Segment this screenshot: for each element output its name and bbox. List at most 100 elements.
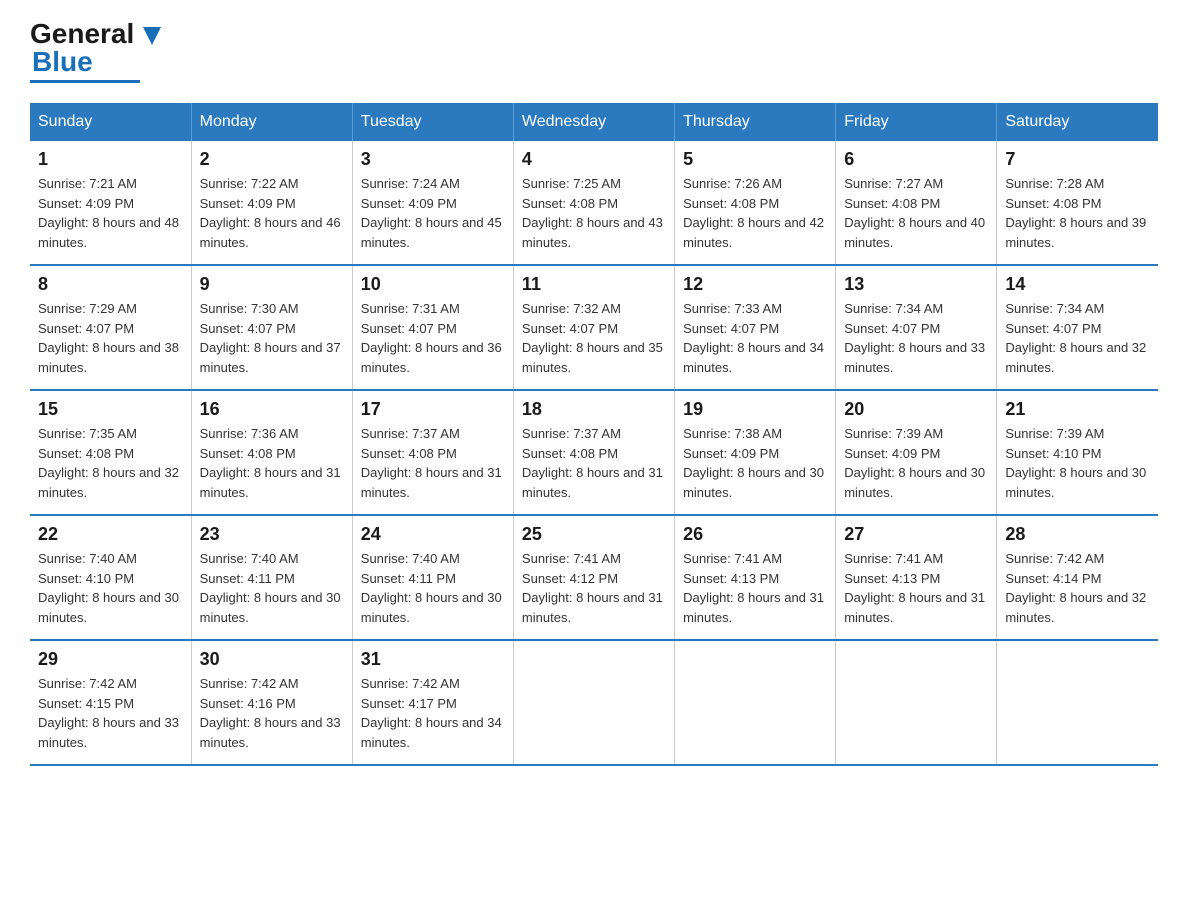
day-number: 17	[361, 399, 505, 420]
calendar-cell: 18 Sunrise: 7:37 AM Sunset: 4:08 PM Dayl…	[513, 390, 674, 515]
day-info: Sunrise: 7:28 AM Sunset: 4:08 PM Dayligh…	[1005, 174, 1150, 252]
header-day-tuesday: Tuesday	[352, 103, 513, 141]
calendar-cell: 4 Sunrise: 7:25 AM Sunset: 4:08 PM Dayli…	[513, 141, 674, 265]
day-number: 22	[38, 524, 183, 545]
calendar-cell: 10 Sunrise: 7:31 AM Sunset: 4:07 PM Dayl…	[352, 265, 513, 390]
day-number: 6	[844, 149, 988, 170]
day-number: 5	[683, 149, 827, 170]
day-info: Sunrise: 7:41 AM Sunset: 4:12 PM Dayligh…	[522, 549, 666, 627]
logo: General Blue	[30, 20, 161, 83]
calendar-week-row: 15 Sunrise: 7:35 AM Sunset: 4:08 PM Dayl…	[30, 390, 1158, 515]
calendar-table: SundayMondayTuesdayWednesdayThursdayFrid…	[30, 103, 1158, 766]
day-info: Sunrise: 7:39 AM Sunset: 4:09 PM Dayligh…	[844, 424, 988, 502]
day-number: 2	[200, 149, 344, 170]
day-number: 16	[200, 399, 344, 420]
calendar-cell: 19 Sunrise: 7:38 AM Sunset: 4:09 PM Dayl…	[675, 390, 836, 515]
calendar-cell: 13 Sunrise: 7:34 AM Sunset: 4:07 PM Dayl…	[836, 265, 997, 390]
day-info: Sunrise: 7:35 AM Sunset: 4:08 PM Dayligh…	[38, 424, 183, 502]
calendar-week-row: 29 Sunrise: 7:42 AM Sunset: 4:15 PM Dayl…	[30, 640, 1158, 765]
day-number: 11	[522, 274, 666, 295]
day-info: Sunrise: 7:40 AM Sunset: 4:11 PM Dayligh…	[361, 549, 505, 627]
header-day-sunday: Sunday	[30, 103, 191, 141]
header-day-thursday: Thursday	[675, 103, 836, 141]
day-number: 31	[361, 649, 505, 670]
day-info: Sunrise: 7:42 AM Sunset: 4:17 PM Dayligh…	[361, 674, 505, 752]
day-number: 18	[522, 399, 666, 420]
calendar-cell: 7 Sunrise: 7:28 AM Sunset: 4:08 PM Dayli…	[997, 141, 1158, 265]
day-number: 9	[200, 274, 344, 295]
day-info: Sunrise: 7:25 AM Sunset: 4:08 PM Dayligh…	[522, 174, 666, 252]
day-info: Sunrise: 7:38 AM Sunset: 4:09 PM Dayligh…	[683, 424, 827, 502]
day-info: Sunrise: 7:29 AM Sunset: 4:07 PM Dayligh…	[38, 299, 183, 377]
calendar-cell: 9 Sunrise: 7:30 AM Sunset: 4:07 PM Dayli…	[191, 265, 352, 390]
day-info: Sunrise: 7:32 AM Sunset: 4:07 PM Dayligh…	[522, 299, 666, 377]
day-number: 19	[683, 399, 827, 420]
calendar-cell: 25 Sunrise: 7:41 AM Sunset: 4:12 PM Dayl…	[513, 515, 674, 640]
calendar-week-row: 8 Sunrise: 7:29 AM Sunset: 4:07 PM Dayli…	[30, 265, 1158, 390]
calendar-cell: 24 Sunrise: 7:40 AM Sunset: 4:11 PM Dayl…	[352, 515, 513, 640]
header-day-saturday: Saturday	[997, 103, 1158, 141]
day-number: 27	[844, 524, 988, 545]
day-number: 8	[38, 274, 183, 295]
logo-underline	[30, 80, 140, 83]
day-number: 10	[361, 274, 505, 295]
day-info: Sunrise: 7:42 AM Sunset: 4:14 PM Dayligh…	[1005, 549, 1150, 627]
day-info: Sunrise: 7:42 AM Sunset: 4:16 PM Dayligh…	[200, 674, 344, 752]
header-day-monday: Monday	[191, 103, 352, 141]
day-number: 30	[200, 649, 344, 670]
day-number: 23	[200, 524, 344, 545]
day-info: Sunrise: 7:21 AM Sunset: 4:09 PM Dayligh…	[38, 174, 183, 252]
calendar-cell: 20 Sunrise: 7:39 AM Sunset: 4:09 PM Dayl…	[836, 390, 997, 515]
day-number: 14	[1005, 274, 1150, 295]
day-number: 1	[38, 149, 183, 170]
day-number: 20	[844, 399, 988, 420]
day-info: Sunrise: 7:37 AM Sunset: 4:08 PM Dayligh…	[522, 424, 666, 502]
day-info: Sunrise: 7:34 AM Sunset: 4:07 PM Dayligh…	[1005, 299, 1150, 377]
day-info: Sunrise: 7:22 AM Sunset: 4:09 PM Dayligh…	[200, 174, 344, 252]
calendar-cell: 23 Sunrise: 7:40 AM Sunset: 4:11 PM Dayl…	[191, 515, 352, 640]
day-number: 4	[522, 149, 666, 170]
calendar-cell: 17 Sunrise: 7:37 AM Sunset: 4:08 PM Dayl…	[352, 390, 513, 515]
day-info: Sunrise: 7:24 AM Sunset: 4:09 PM Dayligh…	[361, 174, 505, 252]
calendar-cell: 3 Sunrise: 7:24 AM Sunset: 4:09 PM Dayli…	[352, 141, 513, 265]
header-day-friday: Friday	[836, 103, 997, 141]
calendar-cell	[513, 640, 674, 765]
calendar-week-row: 1 Sunrise: 7:21 AM Sunset: 4:09 PM Dayli…	[30, 141, 1158, 265]
calendar-cell: 27 Sunrise: 7:41 AM Sunset: 4:13 PM Dayl…	[836, 515, 997, 640]
calendar-cell: 16 Sunrise: 7:36 AM Sunset: 4:08 PM Dayl…	[191, 390, 352, 515]
day-info: Sunrise: 7:39 AM Sunset: 4:10 PM Dayligh…	[1005, 424, 1150, 502]
day-info: Sunrise: 7:41 AM Sunset: 4:13 PM Dayligh…	[844, 549, 988, 627]
calendar-cell: 30 Sunrise: 7:42 AM Sunset: 4:16 PM Dayl…	[191, 640, 352, 765]
calendar-cell: 12 Sunrise: 7:33 AM Sunset: 4:07 PM Dayl…	[675, 265, 836, 390]
day-number: 21	[1005, 399, 1150, 420]
day-number: 7	[1005, 149, 1150, 170]
day-info: Sunrise: 7:36 AM Sunset: 4:08 PM Dayligh…	[200, 424, 344, 502]
day-number: 29	[38, 649, 183, 670]
calendar-cell: 6 Sunrise: 7:27 AM Sunset: 4:08 PM Dayli…	[836, 141, 997, 265]
calendar-cell: 21 Sunrise: 7:39 AM Sunset: 4:10 PM Dayl…	[997, 390, 1158, 515]
calendar-week-row: 22 Sunrise: 7:40 AM Sunset: 4:10 PM Dayl…	[30, 515, 1158, 640]
calendar-cell: 11 Sunrise: 7:32 AM Sunset: 4:07 PM Dayl…	[513, 265, 674, 390]
day-number: 15	[38, 399, 183, 420]
calendar-cell	[675, 640, 836, 765]
day-info: Sunrise: 7:30 AM Sunset: 4:07 PM Dayligh…	[200, 299, 344, 377]
calendar-cell: 5 Sunrise: 7:26 AM Sunset: 4:08 PM Dayli…	[675, 141, 836, 265]
day-info: Sunrise: 7:37 AM Sunset: 4:08 PM Dayligh…	[361, 424, 505, 502]
calendar-cell: 2 Sunrise: 7:22 AM Sunset: 4:09 PM Dayli…	[191, 141, 352, 265]
calendar-cell: 1 Sunrise: 7:21 AM Sunset: 4:09 PM Dayli…	[30, 141, 191, 265]
calendar-cell: 15 Sunrise: 7:35 AM Sunset: 4:08 PM Dayl…	[30, 390, 191, 515]
calendar-cell: 14 Sunrise: 7:34 AM Sunset: 4:07 PM Dayl…	[997, 265, 1158, 390]
day-number: 13	[844, 274, 988, 295]
day-info: Sunrise: 7:33 AM Sunset: 4:07 PM Dayligh…	[683, 299, 827, 377]
day-number: 28	[1005, 524, 1150, 545]
logo-text: General	[30, 20, 161, 48]
header: General Blue	[30, 20, 1158, 83]
calendar-cell: 31 Sunrise: 7:42 AM Sunset: 4:17 PM Dayl…	[352, 640, 513, 765]
calendar-cell: 26 Sunrise: 7:41 AM Sunset: 4:13 PM Dayl…	[675, 515, 836, 640]
calendar-cell	[836, 640, 997, 765]
day-info: Sunrise: 7:40 AM Sunset: 4:11 PM Dayligh…	[200, 549, 344, 627]
day-info: Sunrise: 7:42 AM Sunset: 4:15 PM Dayligh…	[38, 674, 183, 752]
day-number: 24	[361, 524, 505, 545]
logo-blue-text: Blue	[32, 46, 93, 77]
day-number: 25	[522, 524, 666, 545]
